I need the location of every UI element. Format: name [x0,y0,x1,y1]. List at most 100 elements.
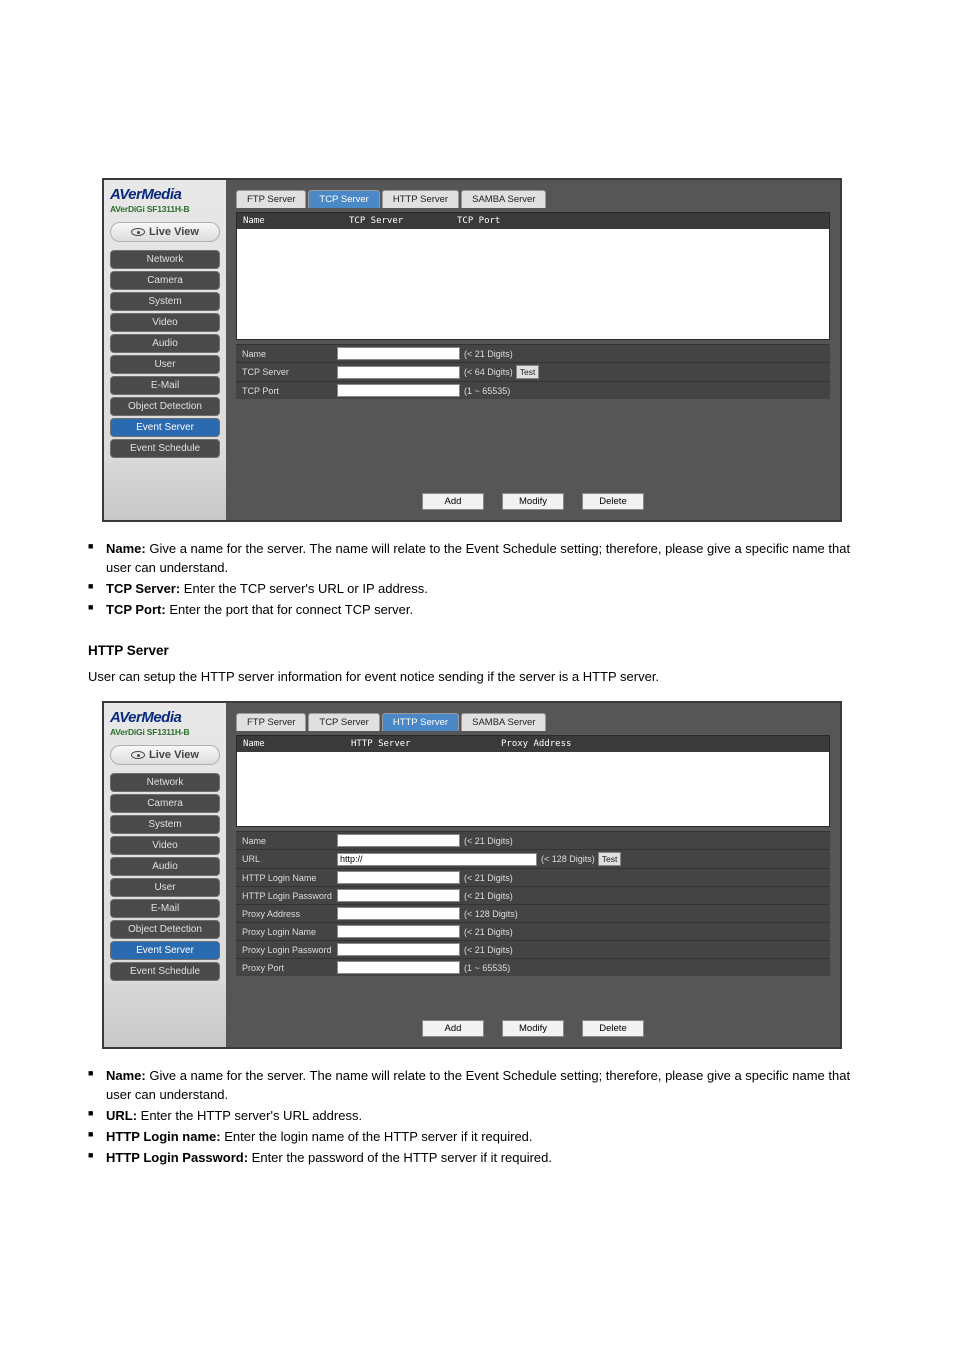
tab-http-server[interactable]: HTTP Server [382,713,459,731]
form-row-tcp-port: TCP Port(1 ~ 65535) [236,381,830,399]
url-input[interactable] [337,853,537,866]
server-tabs: FTP ServerTCP ServerHTTP ServerSAMBA Ser… [236,713,830,731]
sidebar-item-video[interactable]: Video [110,836,220,855]
field-hint: (< 21 Digits) [464,927,513,937]
sidebar-item-event-schedule[interactable]: Event Schedule [110,439,220,458]
proxy-login-password-input[interactable] [337,943,460,956]
proxy-port-input[interactable] [337,961,460,974]
tab-http-server[interactable]: HTTP Server [382,190,459,208]
tab-samba-server[interactable]: SAMBA Server [461,190,546,208]
tab-tcp-server[interactable]: TCP Server [308,713,379,731]
form-row-proxy-login-password: Proxy Login Password (< 21 Digits) [236,940,830,958]
sidebar-item-user[interactable]: User [110,355,220,374]
brand-logo: AVerMedia [104,180,226,204]
main-panel: FTP ServerTCP ServerHTTP ServerSAMBA Ser… [226,703,840,1047]
live-view-label: Live View [149,226,199,238]
form-row-proxy-address: Proxy Address (< 128 Digits) [236,904,830,922]
eye-icon [131,751,145,759]
field-label: Proxy Address [242,909,337,919]
field-hint: (< 128 Digits) [541,854,595,864]
field-hint: (1 ~ 65535) [464,963,510,973]
sidebar-item-network[interactable]: Network [110,250,220,269]
field-hint: (< 21 Digits) [464,349,513,359]
sidebar-item-e-mail[interactable]: E-Mail [110,376,220,395]
field-label: Proxy Login Password [242,945,337,955]
http-login-password-input[interactable] [337,889,460,902]
modify-button[interactable]: Modify [502,1020,564,1037]
field-label: Name [242,349,337,359]
doc-bullet: TCP Server: Enter the TCP server's URL o… [88,580,866,599]
col-name: Name [243,739,351,749]
screenshot-tcp-server: AVerMedia AVerDiGi SF1311H-B Live View N… [102,178,842,522]
sidebar-item-system[interactable]: System [110,292,220,311]
field-hint: (< 21 Digits) [464,836,513,846]
test-button[interactable]: Test [598,852,622,866]
field-hint: (< 21 Digits) [464,945,513,955]
form-row-proxy-login-name: Proxy Login Name (< 21 Digits) [236,922,830,940]
doc-bullet: HTTP Login Password: Enter the password … [88,1149,866,1168]
add-button[interactable]: Add [422,1020,484,1037]
delete-button[interactable]: Delete [582,1020,644,1037]
proxy-login-name-input[interactable] [337,925,460,938]
tcp-server-input[interactable] [337,366,460,379]
section-sub-http: User can setup the HTTP server informati… [88,668,866,687]
live-view-button[interactable]: Live View [110,222,220,242]
server-list: Name HTTP Server Proxy Address [236,735,830,827]
doc-bullet: Name: Give a name for the server. The na… [88,1067,866,1105]
col-server: TCP Server [349,216,457,226]
server-list-body[interactable] [237,752,829,826]
form-row-tcp-server: TCP Server(< 64 Digits)Test [236,362,830,381]
sidebar-item-object-detection[interactable]: Object Detection [110,920,220,939]
form-buttons: Add Modify Delete [236,487,830,514]
screenshot-http-server: AVerMedia AVerDiGi SF1311H-B Live View N… [102,701,842,1049]
form-row-name: Name (< 21 Digits) [236,344,830,362]
sidebar-item-event-schedule[interactable]: Event Schedule [110,962,220,981]
doc-http-bullets: Name: Give a name for the server. The na… [88,1067,866,1167]
sidebar-item-network[interactable]: Network [110,773,220,792]
field-hint: (< 128 Digits) [464,909,518,919]
tab-samba-server[interactable]: SAMBA Server [461,713,546,731]
form-row-url: URL(< 128 Digits)Test [236,849,830,868]
field-hint: (< 21 Digits) [464,873,513,883]
delete-button[interactable]: Delete [582,493,644,510]
sidebar-item-system[interactable]: System [110,815,220,834]
brand-sublabel: AVerDiGi SF1311H-B [104,204,226,218]
doc-tcp-bullets: Name: Give a name for the server. The na… [88,540,866,619]
tab-ftp-server[interactable]: FTP Server [236,713,306,731]
sidebar-item-audio[interactable]: Audio [110,334,220,353]
field-label: Name [242,836,337,846]
live-view-button[interactable]: Live View [110,745,220,765]
field-label: Proxy Login Name [242,927,337,937]
add-button[interactable]: Add [422,493,484,510]
sidebar-item-audio[interactable]: Audio [110,857,220,876]
http-login-name-input[interactable] [337,871,460,884]
sidebar-item-event-server[interactable]: Event Server [110,941,220,960]
field-hint: (1 ~ 65535) [464,386,510,396]
sidebar-item-object-detection[interactable]: Object Detection [110,397,220,416]
sidebar-item-event-server[interactable]: Event Server [110,418,220,437]
sidebar-item-camera[interactable]: Camera [110,794,220,813]
tab-tcp-server[interactable]: TCP Server [308,190,379,208]
tab-ftp-server[interactable]: FTP Server [236,190,306,208]
brand-logo: AVerMedia [104,703,226,727]
tcp-port-input[interactable] [337,384,460,397]
server-list-body[interactable] [237,229,829,339]
form-row-http-login-name: HTTP Login Name (< 21 Digits) [236,868,830,886]
proxy-address-input[interactable] [337,907,460,920]
sidebar-item-e-mail[interactable]: E-Mail [110,899,220,918]
field-label: HTTP Login Name [242,873,337,883]
server-tabs: FTP ServerTCP ServerHTTP ServerSAMBA Ser… [236,190,830,208]
sidebar-item-camera[interactable]: Camera [110,271,220,290]
modify-button[interactable]: Modify [502,493,564,510]
main-panel: FTP ServerTCP ServerHTTP ServerSAMBA Ser… [226,180,840,520]
name-input[interactable] [337,834,460,847]
sidebar: AVerMedia AVerDiGi SF1311H-B Live View N… [104,703,226,1047]
name-input[interactable] [337,347,460,360]
test-button[interactable]: Test [516,365,540,379]
form-row-proxy-port: Proxy Port(1 ~ 65535) [236,958,830,976]
sidebar-item-video[interactable]: Video [110,313,220,332]
col-proxy: Proxy Address [501,739,823,749]
sidebar-item-user[interactable]: User [110,878,220,897]
col-name: Name [243,216,349,226]
col-server: HTTP Server [351,739,501,749]
